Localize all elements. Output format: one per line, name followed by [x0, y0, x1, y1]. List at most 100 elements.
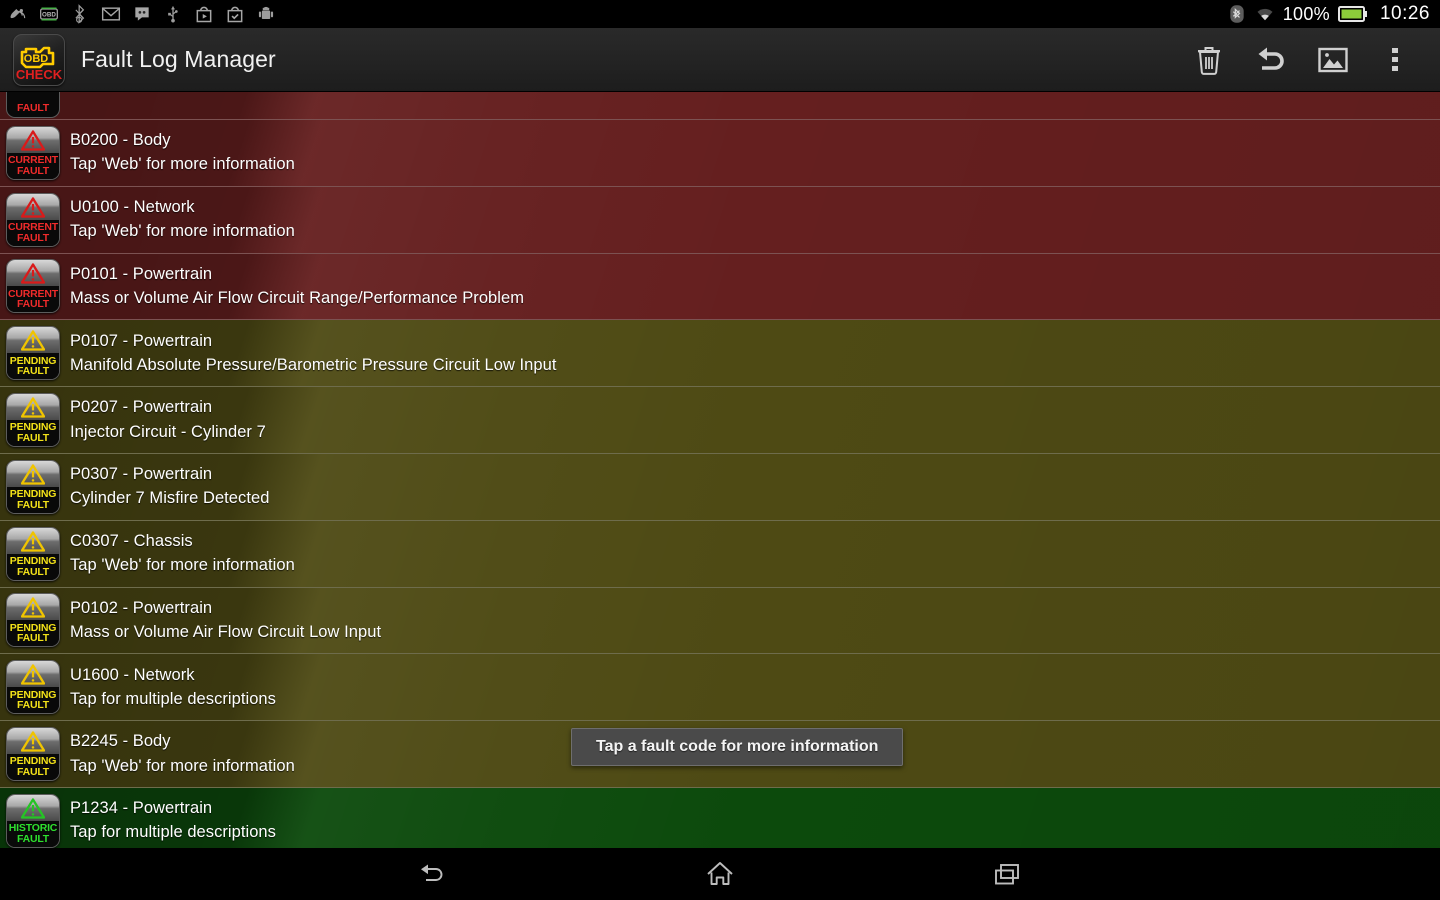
warning-triangle-icon	[21, 597, 45, 619]
badge-gloss	[7, 460, 59, 487]
fault-severity-badge: PENDING FAULT	[6, 326, 60, 381]
undo-button[interactable]	[1240, 28, 1302, 92]
fault-severity-badge: PENDING FAULT	[6, 727, 60, 782]
badge-text: PENDING FAULT	[7, 553, 59, 580]
recents-icon	[995, 864, 1019, 885]
fault-badge-line2: FAULT	[16, 766, 50, 779]
badge-text: CURRENT FAULT	[7, 219, 59, 246]
play-store-icon	[196, 6, 212, 23]
fault-row[interactable]: PENDING FAULT P0107 - Powertrain Manifold A…	[0, 320, 1440, 388]
fault-row[interactable]: CURRENT FAULT B0200 - Body Tap 'Web' for mo…	[0, 120, 1440, 187]
fault-code-label: P0307 - Powertrain	[70, 465, 213, 484]
warning-triangle-icon	[21, 130, 45, 151]
fault-badge-line2: FAULT	[16, 498, 50, 511]
fault-row[interactable]: CURRENT FAULT P0101 - Powertrain Mass or Vo…	[0, 253, 1440, 321]
fault-row-text: P0107 - Powertrain Manifold Absolute Pres…	[70, 330, 557, 377]
badge-gloss	[7, 193, 59, 220]
system-navigation-bar	[0, 848, 1440, 900]
badge-gloss	[7, 661, 59, 688]
warning-triangle-icon	[21, 798, 45, 819]
fault-severity-badge: PENDING FAULT	[6, 459, 60, 514]
fault-row-text: P0102 - Powertrain Mass or Volume Air Flo…	[70, 597, 381, 644]
fault-row-text: P0307 - Powertrain Cylinder 7 Misfire Det…	[70, 463, 269, 510]
fault-row-text: P0101 - Powertrain Mass or Volume Air Flo…	[70, 263, 524, 310]
fault-badge-line2: FAULT	[16, 832, 50, 845]
warning-triangle-icon	[21, 330, 45, 351]
warning-triangle-icon	[21, 731, 45, 752]
fault-row-clipped[interactable]: FAULT	[0, 92, 1440, 120]
battery-full-icon	[1337, 6, 1367, 22]
warning-triangle-icon	[21, 464, 45, 485]
fault-code-label: P1234 - Powertrain	[70, 799, 213, 818]
nav-recents-button[interactable]	[936, 848, 1080, 900]
fault-description-label: Cylinder 7 Misfire Detected	[70, 489, 270, 508]
fault-row-text: B2245 - Body Tap 'Web' for more informati…	[70, 730, 295, 777]
screenshot-button[interactable]	[1302, 28, 1364, 92]
badge-gloss	[7, 794, 59, 821]
tasks-icon	[227, 6, 243, 23]
fault-badge-line2: FAULT	[16, 565, 50, 578]
badge-text: PENDING FAULT	[7, 754, 59, 781]
fault-badge-line2: FAULT	[16, 164, 50, 177]
fault-severity-badge: CURRENT FAULT	[6, 259, 60, 314]
fault-severity-badge: CURRENT FAULT	[6, 125, 60, 180]
satellite-icon	[10, 9, 26, 19]
obd-check-engine-icon: OBD CHECK	[16, 46, 62, 82]
app-icon[interactable]: OBD CHECK	[13, 33, 65, 86]
badge-gloss	[7, 728, 59, 755]
fault-code-label: P0102 - Powertrain	[70, 598, 213, 617]
badge-gloss	[7, 527, 59, 554]
fault-description-label: Manifold Absolute Pressure/Barometric Pr…	[70, 355, 557, 374]
fault-badge-line2: FAULT	[16, 632, 50, 645]
badge-gloss	[7, 594, 59, 621]
bluetooth-icon	[1230, 5, 1244, 23]
fault-row-text: P0207 - Powertrain Injector Circuit - Cyl…	[70, 396, 266, 443]
fault-row[interactable]: CURRENT FAULT U0100 - Network Tap 'Web' for…	[0, 186, 1440, 254]
fault-code-label: B0200 - Body	[70, 131, 171, 150]
usb-icon	[168, 6, 178, 23]
wifi-icon	[1257, 8, 1273, 21]
fault-row[interactable]: PENDING FAULT P0307 - Powertrain Cylinder 7…	[0, 453, 1440, 521]
overflow-menu-button[interactable]	[1364, 28, 1426, 92]
bluetooth-device-icon	[75, 4, 85, 24]
undo-arrow-icon	[1258, 47, 1284, 70]
fault-description-label: Tap 'Web' for more information	[70, 222, 295, 241]
back-icon	[421, 864, 443, 881]
fault-code-label: P0107 - Powertrain	[70, 331, 213, 350]
badge-text: PENDING FAULT	[7, 420, 59, 447]
fault-badge-line2: FAULT	[16, 102, 50, 114]
fault-row-text: U0100 - Network Tap 'Web' for more inform…	[70, 196, 295, 243]
fault-row[interactable]: PENDING FAULT P0207 - Powertrain Injector C…	[0, 387, 1440, 454]
fault-description-label: Tap for multiple descriptions	[70, 689, 276, 708]
nav-home-button[interactable]	[648, 848, 792, 900]
badge-text: CURRENT FAULT	[7, 286, 59, 313]
fault-row[interactable]: PENDING FAULT P0102 - Powertrain Mass or Vo…	[0, 587, 1440, 655]
fault-description-label: Mass or Volume Air Flow Circuit Range/Pe…	[70, 289, 525, 308]
fault-severity-badge: PENDING FAULT	[6, 526, 60, 581]
app-title: Fault Log Manager	[81, 46, 276, 72]
delete-button[interactable]	[1178, 28, 1240, 92]
fault-row[interactable]: PENDING FAULT U1600 - Network Tap for multi…	[0, 654, 1440, 722]
fault-description-label: Injector Circuit - Cylinder 7	[70, 422, 266, 441]
badge-text: CURRENT FAULT	[7, 152, 59, 179]
svg-text:OBD: OBD	[24, 53, 49, 65]
warning-triangle-icon	[21, 531, 45, 552]
fault-severity-badge: PENDING FAULT	[6, 660, 60, 715]
badge-text: HISTORIC FAULT	[7, 820, 59, 847]
badge-text: PENDING FAULT	[7, 620, 59, 647]
nav-back-button[interactable]	[360, 848, 504, 900]
android-icon	[258, 6, 274, 19]
badge-gloss	[7, 260, 59, 287]
fault-row[interactable]: PENDING FAULT C0307 - Chassis Tap 'Web' for…	[0, 520, 1440, 588]
home-icon	[707, 862, 733, 885]
android-screen: OBD 100% 10:26 OBD CHECK Fault Log Manag…	[0, 0, 1440, 900]
fault-row[interactable]: HISTORIC FAULT P1234 - Powertrain Tap for m…	[0, 787, 1440, 848]
fault-code-label: B2245 - Body	[70, 732, 171, 751]
fault-description-label: Tap 'Web' for more information	[70, 756, 295, 775]
warning-triangle-icon	[21, 197, 45, 218]
image-icon	[1318, 47, 1348, 72]
fault-severity-badge: HISTORIC FAULT	[6, 793, 60, 848]
clock-label: 10:26	[1379, 3, 1430, 24]
fault-row-text: P1234 - Powertrain Tap for multiple descr…	[70, 797, 276, 844]
fault-code-label: U0100 - Network	[70, 198, 195, 217]
